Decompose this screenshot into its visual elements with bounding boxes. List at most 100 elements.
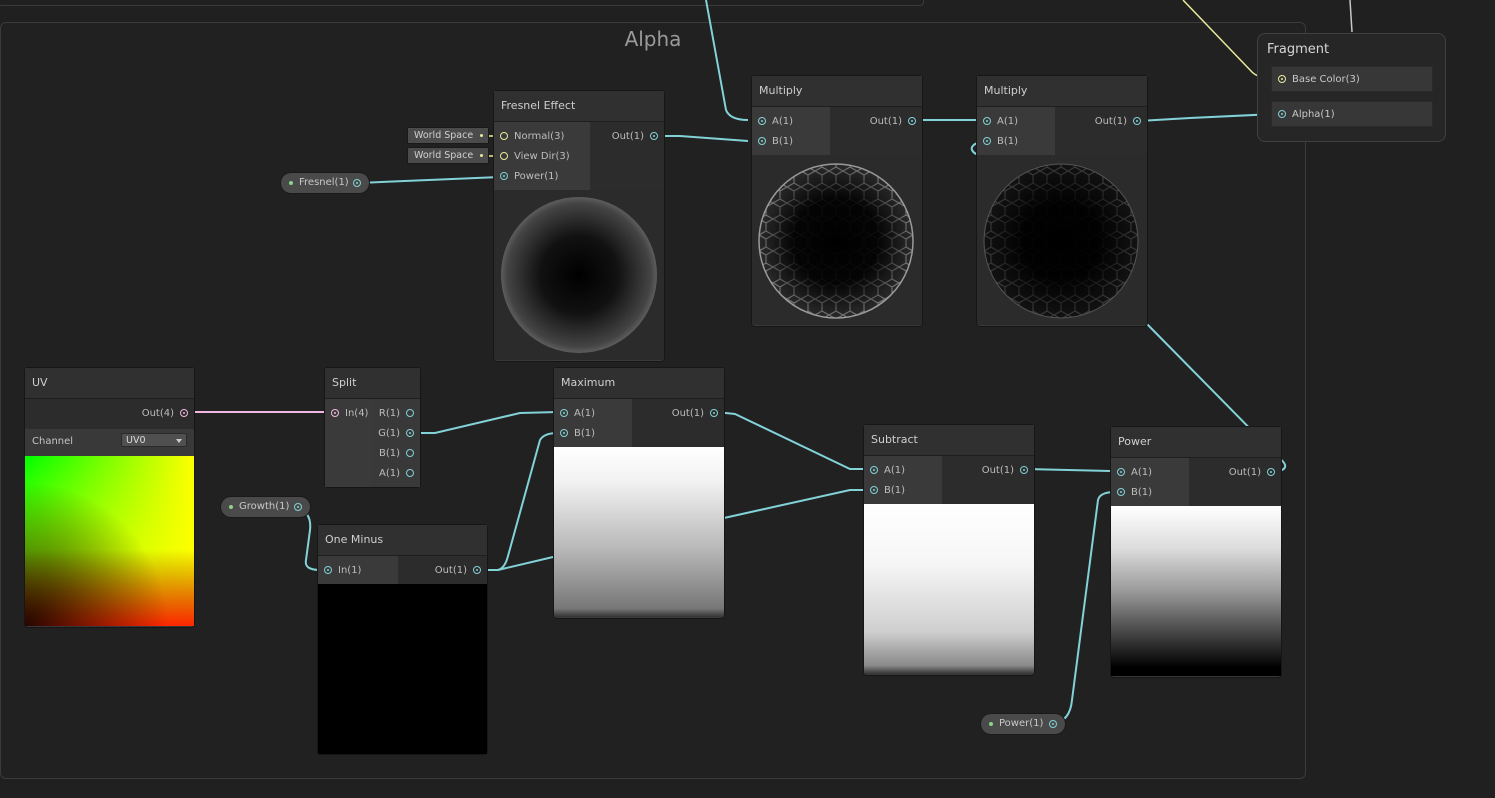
port-label: B(1) xyxy=(574,428,596,439)
one-minus-node[interactable]: One Minus In(1) Out(1) xyxy=(318,525,487,754)
port-g[interactable]: G(1) xyxy=(373,424,420,444)
tag-label: World Space xyxy=(414,130,474,141)
port-normal[interactable]: Normal(3) xyxy=(494,127,590,147)
port-dot-icon[interactable] xyxy=(710,409,718,417)
port-out[interactable]: Out(1) xyxy=(830,112,922,132)
power-property[interactable]: Power(1) xyxy=(981,714,1065,734)
port-dot-icon[interactable] xyxy=(406,409,414,417)
multiply-node-1[interactable]: Multiply A(1) B(1) Out(1) xyxy=(752,76,922,326)
hex-sphere-preview xyxy=(983,163,1139,319)
port-dot-icon[interactable] xyxy=(1049,720,1057,728)
port-label: A(1) xyxy=(574,408,596,419)
node-preview xyxy=(318,584,487,754)
port-label: Normal(3) xyxy=(514,131,565,142)
port-dot-icon[interactable] xyxy=(1278,75,1286,83)
port-dot-icon[interactable] xyxy=(406,429,414,437)
port-in[interactable]: In(1) xyxy=(318,561,398,581)
port-dot-icon[interactable] xyxy=(758,117,766,125)
port-dot-icon[interactable] xyxy=(353,179,361,187)
channel-value: UV0 xyxy=(126,435,146,446)
port-out[interactable]: Out(1) xyxy=(632,404,724,424)
port-dot-icon[interactable] xyxy=(758,137,766,145)
split-node[interactable]: Split In(4) R(1) G(1) B(1) A(1) xyxy=(325,368,420,487)
chevron-down-icon xyxy=(176,439,182,443)
property-label: Power(1) xyxy=(999,718,1044,729)
port-dot-icon[interactable] xyxy=(1133,117,1141,125)
dot-icon xyxy=(480,154,483,157)
port-dot-icon[interactable] xyxy=(1020,466,1028,474)
port-dot-icon[interactable] xyxy=(560,409,568,417)
port-dot-icon[interactable] xyxy=(1117,488,1125,496)
maximum-node[interactable]: Maximum A(1) B(1) Out(1) xyxy=(554,368,724,618)
channel-dropdown[interactable]: UV0 xyxy=(121,433,187,447)
port-dot-icon[interactable] xyxy=(324,566,332,574)
port-a[interactable]: A(1) xyxy=(977,112,1055,132)
port-power[interactable]: Power(1) xyxy=(494,167,590,187)
hex-sphere-preview xyxy=(758,163,914,319)
port-b[interactable]: B(1) xyxy=(554,424,632,444)
port-b[interactable]: B(1) xyxy=(864,481,942,501)
port-dot-icon[interactable] xyxy=(500,132,508,140)
port-dot-icon[interactable] xyxy=(180,409,188,417)
port-dot-icon[interactable] xyxy=(908,117,916,125)
port-label: Out(1) xyxy=(981,465,1014,476)
port-dot-icon[interactable] xyxy=(500,172,508,180)
power-node[interactable]: Power A(1) B(1) Out(1) xyxy=(1111,427,1281,677)
multiply-node-2[interactable]: Multiply A(1) B(1) Out(1) xyxy=(977,76,1147,326)
port-r[interactable]: R(1) xyxy=(373,404,420,424)
port-b[interactable]: B(1) xyxy=(373,444,420,464)
port-dot-icon[interactable] xyxy=(1278,110,1286,118)
port-dot-icon[interactable] xyxy=(500,152,508,160)
port-label: B(1) xyxy=(772,136,794,147)
port-a[interactable]: A(1) xyxy=(1111,463,1189,483)
node-preview xyxy=(494,190,664,360)
port-a[interactable]: A(1) xyxy=(554,404,632,424)
port-b[interactable]: B(1) xyxy=(1111,483,1189,503)
port-out[interactable]: Out(1) xyxy=(590,127,664,147)
port-a[interactable]: A(1) xyxy=(373,464,420,484)
port-in[interactable]: In(4) xyxy=(325,404,373,424)
port-label: A(1) xyxy=(378,468,400,479)
port-dot-icon[interactable] xyxy=(1267,468,1275,476)
fragment-slot-base-color[interactable]: Base Color(3) xyxy=(1271,66,1433,92)
normal-space-tag[interactable]: World Space xyxy=(408,128,488,143)
port-dot-icon[interactable] xyxy=(331,409,339,417)
viewdir-space-tag[interactable]: World Space xyxy=(408,148,488,163)
port-dot-icon[interactable] xyxy=(406,449,414,457)
port-out[interactable]: Out(1) xyxy=(1189,463,1281,483)
growth-property[interactable]: Growth(1) xyxy=(221,497,310,517)
port-label: In(4) xyxy=(345,408,369,419)
port-dot-icon[interactable] xyxy=(983,117,991,125)
port-dot-icon[interactable] xyxy=(983,137,991,145)
fresnel-effect-node[interactable]: Fresnel Effect Normal(3) View Dir(3) Pow… xyxy=(494,91,664,361)
port-out[interactable]: Out(1) xyxy=(398,561,487,581)
port-label: A(1) xyxy=(1131,467,1153,478)
port-dot-icon[interactable] xyxy=(1117,468,1125,476)
port-view-dir[interactable]: View Dir(3) xyxy=(494,147,590,167)
port-dot-icon[interactable] xyxy=(560,429,568,437)
port-a[interactable]: A(1) xyxy=(864,461,942,481)
subtract-node[interactable]: Subtract A(1) B(1) Out(1) xyxy=(864,425,1034,675)
port-b[interactable]: B(1) xyxy=(977,132,1055,152)
property-label: Growth(1) xyxy=(239,501,290,512)
port-out[interactable]: Out(1) xyxy=(942,461,1034,481)
fresnel-property[interactable]: Fresnel(1) xyxy=(281,173,369,193)
port-out[interactable]: Out(4) xyxy=(25,404,194,424)
fragment-slot-alpha[interactable]: Alpha(1) xyxy=(1271,101,1433,127)
port-dot-icon[interactable] xyxy=(406,469,414,477)
uv-gradient-shadow xyxy=(25,456,194,626)
fragment-context[interactable]: Fragment Base Color(3) Alpha(1) xyxy=(1257,33,1446,142)
port-a[interactable]: A(1) xyxy=(752,112,830,132)
port-dot-icon[interactable] xyxy=(870,486,878,494)
port-label: Out(1) xyxy=(869,116,902,127)
port-label: A(1) xyxy=(884,465,906,476)
port-dot-icon[interactable] xyxy=(870,466,878,474)
property-label: Fresnel(1) xyxy=(299,177,349,188)
port-out[interactable]: Out(1) xyxy=(1055,112,1147,132)
port-dot-icon[interactable] xyxy=(650,132,658,140)
port-b[interactable]: B(1) xyxy=(752,132,830,152)
uv-preview xyxy=(25,456,194,626)
port-dot-icon[interactable] xyxy=(294,503,302,511)
uv-node[interactable]: UV Out(4) Channel UV0 xyxy=(25,368,194,627)
port-dot-icon[interactable] xyxy=(473,566,481,574)
